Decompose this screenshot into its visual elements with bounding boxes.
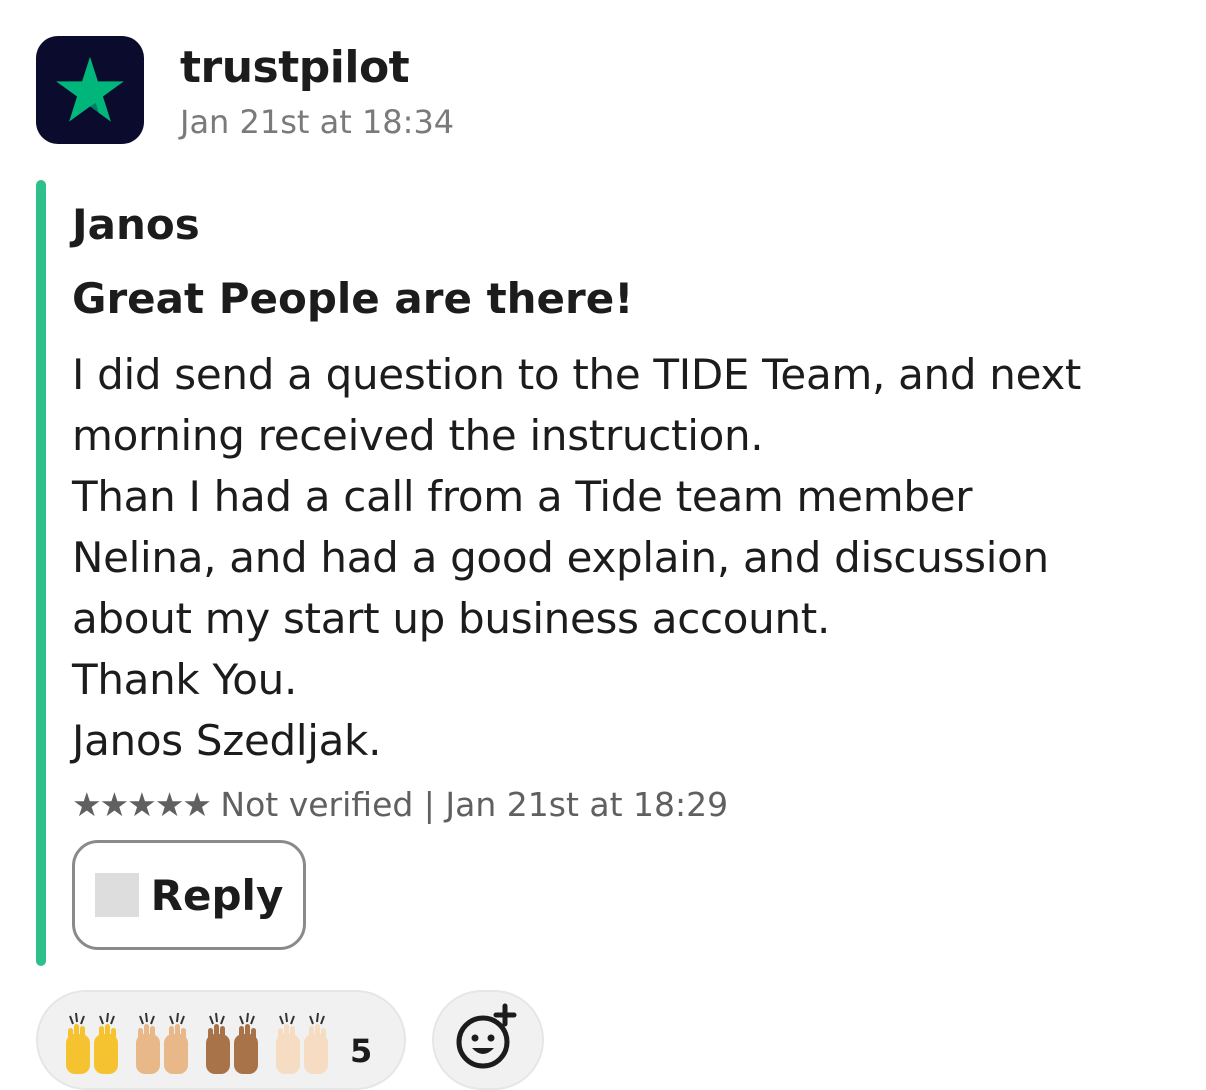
review-author: Janos <box>72 200 200 249</box>
add-reaction-icon <box>456 1003 517 1069</box>
reply-button[interactable]: Reply <box>72 840 306 950</box>
reaction-count: 5 <box>350 1032 373 1070</box>
review-meta-text: Not verified | Jan 21st at 18:29 <box>209 785 729 824</box>
raised-hands-icon <box>206 1012 258 1074</box>
reaction-emoji-group <box>62 1010 332 1076</box>
review-body: I did send a question to the TIDE Team, … <box>72 350 1082 765</box>
raised-hands-icon <box>276 1012 328 1074</box>
sender-name[interactable]: trustpilot <box>180 40 410 96</box>
reply-icon <box>94 873 139 917</box>
review-meta: ★★★★★ Not verified | Jan 21st at 18:29 <box>72 783 728 827</box>
review-title: Great People are there! <box>72 274 634 323</box>
reply-label: Reply <box>150 870 284 920</box>
avatar[interactable] <box>36 36 144 144</box>
add-reaction-button[interactable] <box>432 990 544 1090</box>
star-rating: ★★★★★ <box>72 785 212 824</box>
trustpilot-star-icon <box>56 56 124 122</box>
raised-hands-icon <box>66 1012 118 1074</box>
reaction-raised-hands[interactable]: 5 <box>36 990 406 1090</box>
raised-hands-icon <box>136 1012 188 1074</box>
message-timestamp[interactable]: Jan 21st at 18:34 <box>180 102 454 142</box>
attachment-accent-bar <box>36 180 46 966</box>
